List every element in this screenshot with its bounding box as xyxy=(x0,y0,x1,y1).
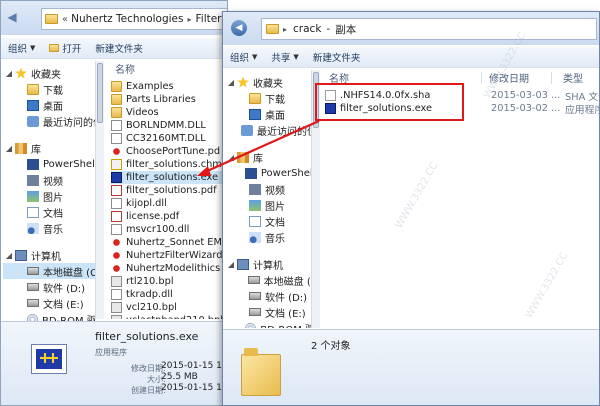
arrow-shaft xyxy=(204,119,320,174)
arrow-head-icon xyxy=(197,166,211,176)
